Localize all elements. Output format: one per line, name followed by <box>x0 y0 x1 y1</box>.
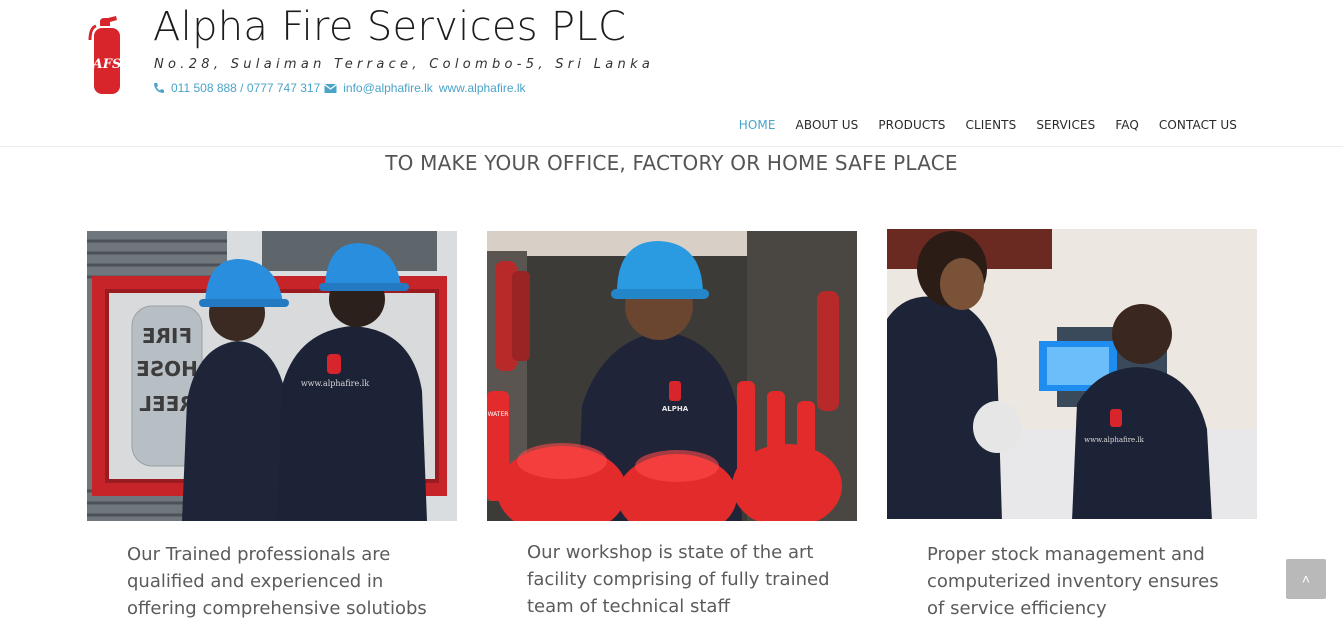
caption-line: computerized inventory ensures <box>927 571 1219 592</box>
envelope-icon <box>324 83 338 93</box>
logo-text: AFS <box>91 57 122 72</box>
sign-text-fire: FIRE <box>142 324 192 348</box>
shirt-text: www.alphafire.lk <box>301 379 370 388</box>
extinguisher-label: WATER <box>488 411 509 418</box>
nav-item-clients[interactable]: CLIENTS <box>956 118 1027 132</box>
email-link[interactable]: info@alphafire.lk <box>343 81 433 95</box>
chevron-up-icon: ˄ <box>1301 571 1311 587</box>
site-title[interactable]: Alpha Fire Services PLC <box>153 4 626 50</box>
sign-text-reel: REEL <box>139 392 195 416</box>
site-address: No.28, Sulaiman Terrace, Colombo-5, Sri … <box>154 57 655 72</box>
caption-line: team of technical staff <box>527 596 730 617</box>
card-caption-workshop: Our workshop is state of the art facilit… <box>527 539 847 620</box>
photo-workshop-technician: ALPHA WATER <box>487 231 857 521</box>
phone-icon <box>154 83 164 93</box>
scroll-to-top-button[interactable]: ˄ <box>1286 559 1326 599</box>
caption-line: facility comprising of fully trained <box>527 569 830 590</box>
nav-item-faq[interactable]: FAQ <box>1105 118 1149 132</box>
nav-item-services[interactable]: SERVICES <box>1026 118 1105 132</box>
caption-line: Our Trained professionals are <box>127 544 391 565</box>
sign-text-hose: HOSE <box>136 357 198 381</box>
nav-item-home[interactable]: HOME <box>729 118 786 132</box>
shirt-text: www.alphafire.lk <box>1084 436 1145 444</box>
photo-hose-reel-technicians: FIRE HOSE REEL www.alphafire.lk <box>87 231 457 521</box>
card-caption-professionals: Our Trained professionals are qualified … <box>127 541 447 622</box>
main-nav: HOME ABOUT US PRODUCTS CLIENTS SERVICES … <box>729 118 1247 132</box>
fire-extinguisher-logo-icon[interactable]: AFS <box>86 16 126 96</box>
card-caption-inventory: Proper stock management and computerized… <box>927 541 1247 622</box>
contact-row: 011 508 888 / 0777 747 317 info@alphafir… <box>153 81 526 95</box>
shirt-text: ALPHA <box>662 405 689 413</box>
caption-line: of service efficiency <box>927 598 1107 619</box>
site-header: AFS Alpha Fire Services PLC No.28, Sulai… <box>0 0 1343 147</box>
caption-line: Proper stock management and <box>927 544 1205 565</box>
nav-item-contact-us[interactable]: CONTACT US <box>1149 118 1247 132</box>
caption-line: qualified and experienced in <box>127 571 384 592</box>
caption-line: Our workshop is state of the art <box>527 542 814 563</box>
phone-link[interactable]: 011 508 888 / 0777 747 317 <box>171 81 320 95</box>
nav-item-about-us[interactable]: ABOUT US <box>786 118 869 132</box>
caption-line: offering comprehensive solutiobs <box>127 598 427 619</box>
page-tagline: TO MAKE YOUR OFFICE, FACTORY OR HOME SAF… <box>385 151 958 175</box>
photo-inventory-office: www.alphafire.lk <box>887 229 1257 519</box>
nav-item-products[interactable]: PRODUCTS <box>868 118 955 132</box>
website-link[interactable]: www.alphafire.lk <box>439 81 526 95</box>
